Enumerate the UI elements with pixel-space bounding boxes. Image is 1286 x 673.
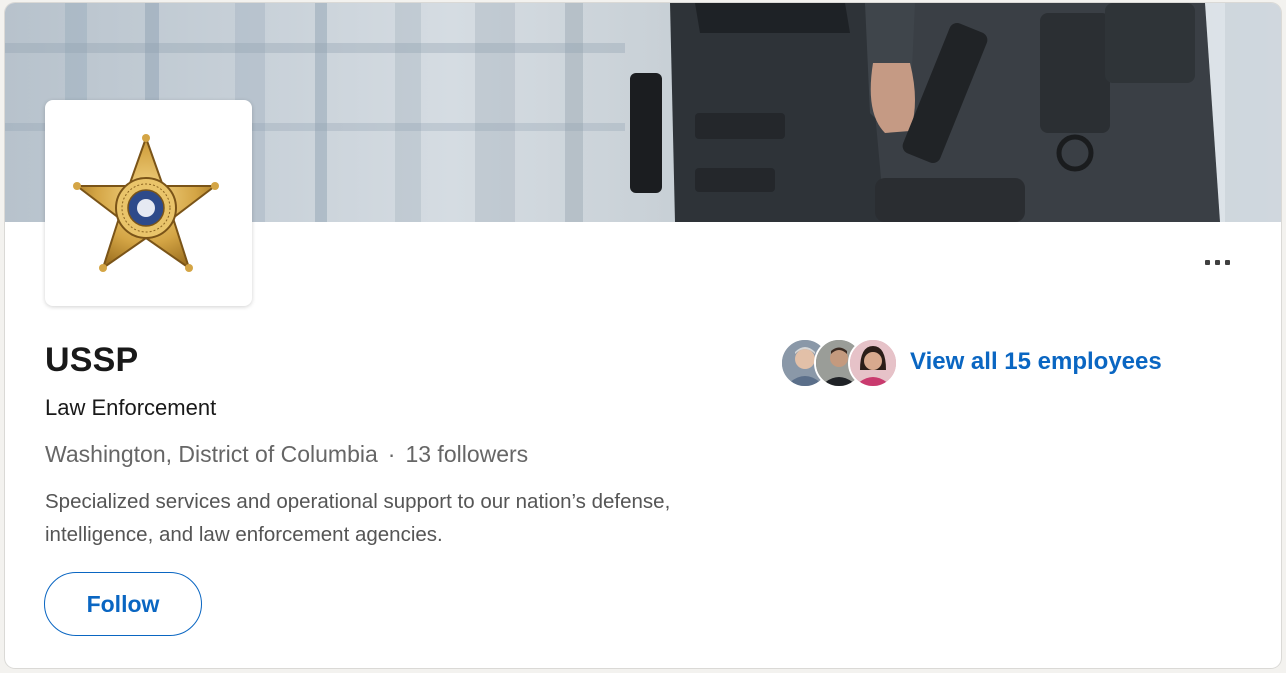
meta-separator: ·: [387, 441, 396, 467]
view-employees-link[interactable]: View all 15 employees: [780, 336, 1162, 388]
company-description: Specialized services and operational sup…: [45, 490, 671, 546]
more-options-button[interactable]: [1195, 247, 1239, 277]
avatar: [848, 338, 898, 388]
employee-avatars: [780, 336, 898, 388]
company-industry: Law Enforcement: [45, 395, 217, 420]
police-star-badge-icon: [73, 134, 219, 272]
company-location: Washington, District of Columbia: [45, 441, 378, 467]
company-name: USSP: [45, 341, 139, 379]
company-followers: 13 followers: [405, 441, 529, 467]
ellipsis-icon-dot: [1214, 259, 1220, 265]
ellipsis-icon-dot: [1224, 259, 1230, 265]
follow-button[interactable]: Follow: [44, 572, 202, 636]
company-card: USSP Law Enforcement Washington, Distric…: [5, 3, 1281, 668]
ellipsis-icon-dot: [1204, 259, 1210, 265]
company-logo[interactable]: [45, 100, 252, 306]
company-meta: Washington, District of Columbia · 13 foll…: [45, 441, 528, 468]
view-employees-label[interactable]: View all 15 employees: [910, 348, 1162, 376]
